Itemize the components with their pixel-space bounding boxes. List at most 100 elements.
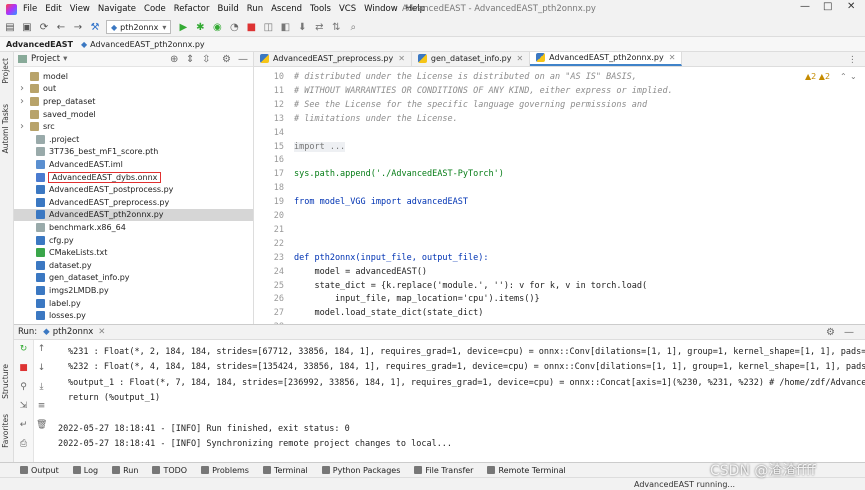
scroll-down-icon[interactable]: ↓ (36, 363, 47, 374)
scroll-up-icon[interactable]: ↑ (36, 344, 47, 355)
search-icon[interactable]: ⌕ (347, 21, 359, 33)
add-icon[interactable]: ⊕ (170, 54, 178, 65)
open-folder-icon[interactable]: ▤ (4, 21, 16, 33)
chevron-down-icon[interactable]: ⌄ (850, 72, 857, 81)
pin-icon[interactable]: ⚲ (18, 382, 29, 393)
tree-item[interactable]: 3T736_best_mF1_score.pth (14, 146, 253, 159)
menu-refactor[interactable]: Refactor (174, 4, 210, 14)
ascend-compare-icon[interactable]: ⇅ (330, 21, 342, 33)
close-icon[interactable]: ✕ (516, 54, 523, 63)
tree-item[interactable]: gen_dataset_info.py (14, 272, 253, 285)
bottom-tab-problems[interactable]: Problems (201, 466, 249, 475)
minimize-button[interactable]: — (800, 1, 810, 12)
editor-tab-gen-dataset-info[interactable]: gen_dataset_info.py ✕ (412, 52, 531, 66)
tree-item[interactable]: benchmark.x86_64 (14, 221, 253, 234)
gear-icon[interactable]: ⚙ (826, 327, 835, 338)
gear-icon[interactable]: ⚙ (222, 54, 231, 65)
menu-file[interactable]: File (23, 4, 37, 14)
tree-item[interactable]: AdvancedEAST_postprocess.py (14, 183, 253, 196)
more-menu-icon[interactable]: ⋮ (848, 55, 857, 65)
close-icon[interactable]: ✕ (398, 54, 405, 63)
menu-build[interactable]: Build (217, 4, 238, 14)
menu-vcs[interactable]: VCS (339, 4, 356, 14)
inspection-warnings[interactable]: ▲2 ▲2 (805, 72, 830, 81)
ascend-convert-icon[interactable]: ⇄ (313, 21, 325, 33)
run-config-tab[interactable]: pth2onnx (53, 327, 94, 337)
print-icon[interactable]: ⎙ (18, 439, 29, 450)
tree-item[interactable]: CMakeLists.txt (14, 246, 253, 259)
tree-item[interactable]: losses.py (14, 309, 253, 322)
scroll-to-end-icon[interactable]: ⤓ (36, 382, 47, 393)
clear-all-icon[interactable]: 🗑 (36, 420, 47, 431)
project-panel-title[interactable]: Project (31, 54, 60, 64)
deploy-icon[interactable]: ⬇ (296, 21, 308, 33)
breadcrumb-project[interactable]: AdvancedEAST (6, 40, 73, 49)
bottom-tab-python-packages[interactable]: Python Packages (321, 466, 400, 475)
menu-code[interactable]: Code (144, 4, 166, 14)
stop-icon[interactable]: ■ (18, 363, 29, 374)
tree-item[interactable]: imgs2LMDB.py (14, 284, 253, 297)
bottom-tab-todo[interactable]: TODO (152, 466, 187, 475)
chevron-right-icon[interactable]: › (20, 96, 30, 107)
menu-navigate[interactable]: Navigate (98, 4, 136, 14)
maximize-button[interactable]: □ (823, 1, 832, 12)
menu-tools[interactable]: Tools (310, 4, 331, 14)
project-tool-tab[interactable]: Project (1, 58, 10, 84)
editor-tab-preprocess[interactable]: AdvancedEAST_preprocess.py ✕ (254, 52, 412, 66)
tree-item[interactable]: cfg.py (14, 234, 253, 247)
chevron-down-icon[interactable]: ▾ (63, 54, 67, 64)
tree-item[interactable]: model (14, 70, 253, 83)
bottom-tab-run[interactable]: Run (112, 466, 138, 475)
tree-item[interactable]: AdvancedEAST_dybs.onnx (14, 171, 253, 184)
tree-item[interactable]: label.py (14, 297, 253, 310)
forward-icon[interactable]: → (72, 21, 84, 33)
debug-icon[interactable]: ✱ (194, 21, 206, 33)
build-hammer-icon[interactable]: ⚒ (89, 21, 101, 33)
rerun-icon[interactable]: ↻ (18, 344, 29, 355)
close-window-button[interactable]: ✕ (847, 1, 855, 12)
menu-edit[interactable]: Edit (45, 4, 61, 14)
coverage-icon[interactable]: ◉ (211, 21, 223, 33)
chevron-right-icon[interactable]: › (20, 83, 30, 94)
tree-item[interactable]: AdvancedEAST_pth2onnx.py (14, 208, 253, 222)
profile-icon[interactable]: ◔ (228, 21, 240, 33)
bottom-tab-file-transfer[interactable]: File Transfer (414, 466, 473, 475)
chevron-up-icon[interactable]: ⌃ (840, 72, 847, 81)
bottom-tab-output[interactable]: Output (20, 466, 59, 475)
menu-ascend[interactable]: Ascend (271, 4, 302, 14)
save-all-icon[interactable]: ▣ (21, 21, 33, 33)
soft-wrap-icon[interactable]: ↵ (18, 420, 29, 431)
run-icon[interactable]: ▶ (177, 21, 189, 33)
menu-run[interactable]: Run (247, 4, 263, 14)
structure-tool-tab[interactable]: Structure (1, 364, 10, 399)
ascend-model-icon[interactable]: ◧ (279, 21, 291, 33)
back-icon[interactable]: ← (55, 21, 67, 33)
restore-layout-icon[interactable]: ⇲ (18, 401, 29, 412)
favorites-tool-tab[interactable]: Favorites (1, 414, 10, 448)
menu-window[interactable]: Window (364, 4, 398, 14)
filter-icon[interactable]: ≡ (36, 401, 47, 412)
tree-item[interactable]: AdvancedEAST_preprocess.py (14, 196, 253, 209)
bottom-tab-terminal[interactable]: Terminal (262, 466, 308, 475)
ascend-tool-icon[interactable]: ◫ (262, 21, 274, 33)
tree-item[interactable]: .project (14, 133, 253, 146)
stop-icon[interactable]: ■ (245, 21, 257, 33)
hide-panel-icon[interactable]: — (238, 54, 248, 65)
hide-panel-icon[interactable]: — (844, 327, 854, 338)
tree-item[interactable]: dataset.py (14, 259, 253, 272)
automl-tool-tab[interactable]: AutomI Tasks (1, 104, 10, 153)
sync-icon[interactable]: ⟳ (38, 21, 50, 33)
editor-tab-pth2onnx[interactable]: AdvancedEAST_pth2onnx.py ✕ (530, 52, 683, 66)
expand-all-icon[interactable]: ⇳ (202, 54, 210, 65)
tree-item[interactable]: › out (14, 83, 253, 96)
collapse-all-icon[interactable]: ⇕ (186, 54, 194, 65)
menu-view[interactable]: View (70, 4, 90, 14)
tree-item[interactable]: › src (14, 120, 253, 133)
tree-item[interactable]: › prep_dataset (14, 95, 253, 108)
chevron-right-icon[interactable]: › (20, 121, 30, 132)
close-icon[interactable]: ✕ (669, 53, 676, 62)
bottom-tab-log[interactable]: Log (72, 466, 98, 475)
close-icon[interactable]: ✕ (98, 327, 105, 337)
tree-item[interactable]: AdvancedEAST.iml (14, 158, 253, 171)
breadcrumb-file[interactable]: AdvancedEAST_pth2onnx.py (90, 40, 205, 49)
